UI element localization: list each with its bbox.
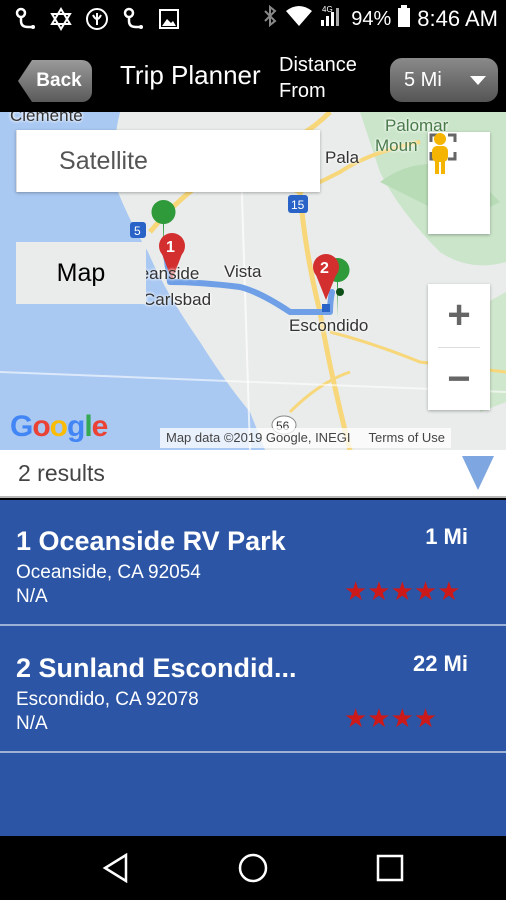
map-type-map-button[interactable]: Map bbox=[16, 242, 146, 304]
marker-2-label: 2 bbox=[320, 260, 329, 277]
map-label-mountain: Moun bbox=[375, 136, 418, 155]
route-15-label: 15 bbox=[291, 198, 305, 212]
usb-icon bbox=[12, 6, 38, 32]
bluetooth-icon bbox=[261, 4, 279, 34]
battery-percent: 94% bbox=[351, 7, 392, 30]
terms-of-use-link[interactable]: Terms of Use bbox=[368, 430, 445, 446]
star-rating: ★★★★★ bbox=[344, 576, 461, 606]
nav-recents-button[interactable] bbox=[370, 850, 410, 886]
system-nav-bar bbox=[0, 836, 506, 900]
map-controls bbox=[428, 132, 490, 234]
vpn-icon bbox=[84, 6, 110, 32]
list-item-distance: 22 Mi bbox=[412, 651, 468, 676]
list-item-address: Escondido, CA 92078 bbox=[16, 689, 199, 710]
list-item-distance: 1 Mi bbox=[425, 524, 468, 549]
map-type-toggle: Map Satellite bbox=[16, 130, 320, 304]
map-label-vista: Vista bbox=[224, 262, 262, 281]
list-item-address: Oceanside, CA 92054 bbox=[16, 562, 201, 583]
list-item[interactable]: 2 Sunland Escondid... Escondido, CA 9207… bbox=[0, 627, 506, 753]
zoom-out-button[interactable]: − bbox=[428, 348, 490, 411]
list-item-extra: N/A bbox=[16, 586, 48, 607]
battery-icon bbox=[397, 4, 411, 34]
zoom-in-button[interactable]: + bbox=[428, 284, 490, 347]
back-button[interactable]: Back bbox=[18, 60, 92, 102]
signal-icon: 4G bbox=[319, 4, 345, 34]
street-view-pegman[interactable] bbox=[428, 133, 490, 234]
list-item-name: 1 Oceanside RV Park bbox=[16, 526, 286, 556]
nav-back-button[interactable] bbox=[96, 850, 136, 886]
distance-label-line2: From bbox=[279, 80, 326, 102]
home-circle-icon bbox=[238, 853, 268, 883]
map-view[interactable]: 5 15 56 1 2 Clemente Oceanside Vista Car… bbox=[0, 112, 506, 450]
map-label-carlsbad: Carlsbad bbox=[143, 290, 212, 309]
star-of-david-icon bbox=[48, 6, 74, 32]
image-icon bbox=[156, 6, 182, 32]
recents-square-icon bbox=[376, 854, 404, 882]
status-bar: 4G 94% 8:46 AM bbox=[0, 0, 506, 40]
page-title: Trip Planner bbox=[120, 60, 261, 90]
chevron-down-icon bbox=[470, 76, 486, 85]
distance-select[interactable]: 5 Mi bbox=[390, 58, 498, 102]
list-item-extra: N/A bbox=[16, 713, 48, 734]
distance-select-value: 5 Mi bbox=[404, 68, 442, 91]
system-icons: 4G 94% 8:46 AM bbox=[261, 4, 498, 34]
collapse-triangle-icon[interactable] bbox=[462, 456, 494, 490]
network-badge: 4G bbox=[322, 5, 333, 14]
results-list: 1 Oceanside RV Park Oceanside, CA 92054 … bbox=[0, 500, 506, 836]
star-rating: ★★★★ bbox=[344, 703, 438, 733]
notification-icons bbox=[12, 6, 182, 32]
results-bar: 2 results bbox=[0, 450, 506, 498]
usb-icon bbox=[120, 6, 146, 32]
distance-label-line1: Distance bbox=[279, 54, 357, 76]
route-5-label: 5 bbox=[134, 224, 141, 238]
results-count: 2 results bbox=[18, 460, 105, 486]
list-item[interactable]: 1 Oceanside RV Park Oceanside, CA 92054 … bbox=[0, 500, 506, 626]
map-data-credit: Map data ©2019 Google, INEGI bbox=[166, 430, 351, 445]
map-label-escondido: Escondido bbox=[289, 316, 369, 335]
app-header: Back Trip Planner Distance From 5 Mi bbox=[0, 40, 506, 112]
clock: 8:46 AM bbox=[417, 6, 498, 31]
marker-1-label: 1 bbox=[166, 239, 175, 256]
map-label-pala: Pala bbox=[325, 148, 360, 167]
nav-home-button[interactable] bbox=[233, 850, 273, 886]
back-triangle-icon bbox=[102, 853, 128, 883]
distance-from-label: Distance From bbox=[279, 52, 357, 104]
wifi-icon bbox=[285, 5, 313, 33]
map-attribution: Map data ©2019 Google, INEGI Terms of Us… bbox=[160, 428, 452, 448]
pegman-icon bbox=[432, 133, 448, 174]
google-logo: Google bbox=[10, 410, 108, 443]
list-item-name: 2 Sunland Escondid... bbox=[16, 653, 297, 683]
map-label-clemente: Clemente bbox=[10, 112, 83, 125]
map-type-satellite-button[interactable]: Satellite bbox=[16, 130, 190, 192]
zoom-controls: + − bbox=[428, 284, 490, 410]
